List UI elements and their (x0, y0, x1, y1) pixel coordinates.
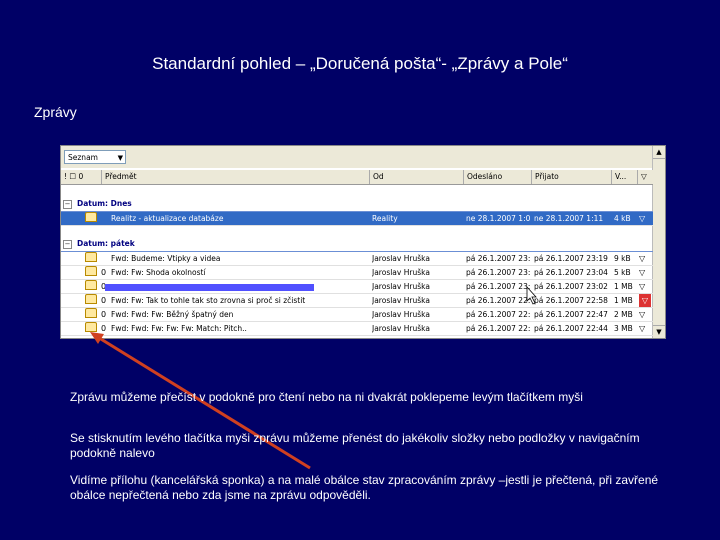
paragraph-read-message: Zprávu můžeme přečíst v podokně pro čten… (70, 390, 583, 404)
paragraph-attachment-status: Vidíme přílohu (kancelářská sponka) a na… (70, 473, 659, 502)
paragraph-drag-message: Se stisknutím levého tlačítka myši zpráv… (70, 431, 640, 460)
mouse-cursor-icon (526, 285, 537, 305)
